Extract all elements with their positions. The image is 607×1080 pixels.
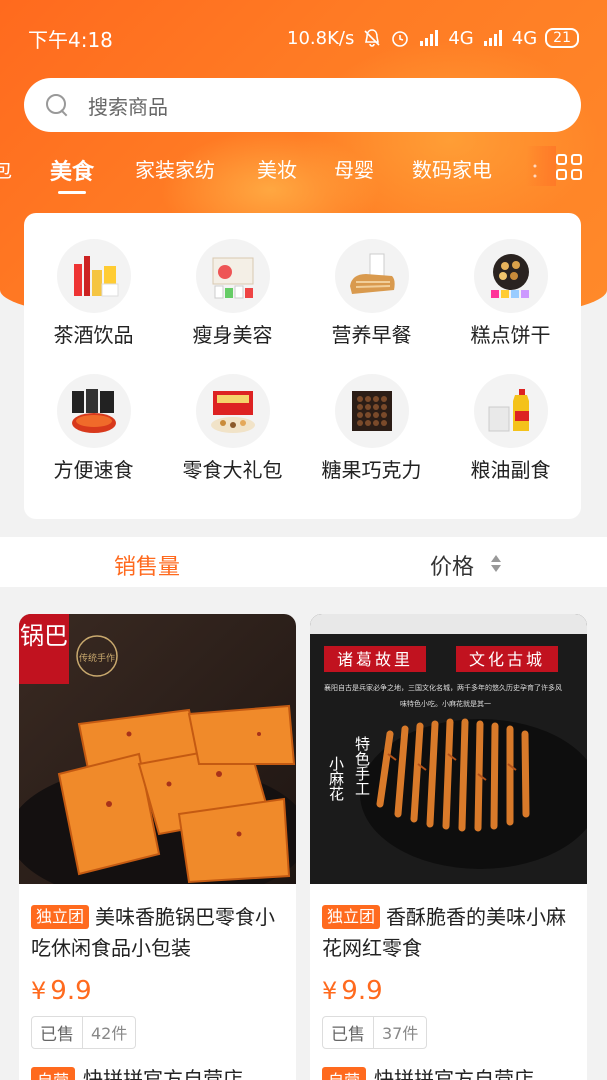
product-title-row: 独立团 美味香脆锅巴零食小吃休闲食品小包装 xyxy=(19,884,296,964)
signal-icon xyxy=(483,30,502,46)
sold-label: 已售 xyxy=(40,1025,74,1045)
price-value: 9.9 xyxy=(50,976,92,1006)
price-value: 9.9 xyxy=(341,976,383,1006)
tea-wine-icon xyxy=(56,239,131,313)
search-bar[interactable]: 搜索商品 xyxy=(24,78,581,132)
product-price: ¥9.9 xyxy=(310,964,587,1006)
product-card[interactable]: 锅巴 传统手作 独立团 美味香脆锅巴零食小吃休闲食品小包装 ¥9.9 已售 42件… xyxy=(19,614,296,1080)
bread-icon xyxy=(334,239,409,313)
image-banner-text: 锅巴 xyxy=(20,622,68,650)
status-indicators: 10.8K/s 4G 4G 21 xyxy=(287,28,579,49)
shop-row: 自营快拼拼官方自营店 xyxy=(19,1049,296,1080)
shop-name: 快拼拼官方自营店 xyxy=(83,1067,244,1080)
alarm-icon xyxy=(392,31,409,47)
category-item[interactable]: 茶酒饮品 xyxy=(24,239,163,348)
sort-by-sales[interactable]: 销售量 xyxy=(114,549,180,581)
category-label: 零食大礼包 xyxy=(182,458,283,482)
product-title-row: 独立团 香酥脆香的美味小麻花网红零食 xyxy=(310,884,587,964)
tab-mother-baby[interactable]: 母婴 xyxy=(334,154,374,183)
self-operated-tag: 自营 xyxy=(322,1067,367,1080)
image-right-title: 文化古城 xyxy=(469,650,545,669)
signal-icon xyxy=(420,30,439,46)
mute-bell-icon xyxy=(364,29,380,47)
category-label: 方便速食 xyxy=(53,458,134,482)
tab-partial[interactable]: 包 xyxy=(0,154,12,183)
category-label: 糖果巧克力 xyxy=(321,458,422,482)
instant-noodles-icon xyxy=(56,374,131,448)
sold-label: 已售 xyxy=(331,1025,365,1045)
category-item[interactable]: 糖果巧克力 xyxy=(302,374,441,483)
sort-by-price[interactable]: 价格 xyxy=(430,549,474,581)
category-item[interactable]: 方便速食 xyxy=(24,374,163,483)
network-type: 4G xyxy=(448,27,474,49)
search-icon xyxy=(44,92,70,118)
tab-digital[interactable]: 数码家电 xyxy=(412,154,492,183)
category-label: 茶酒饮品 xyxy=(53,323,134,347)
image-desc-line1: 襄阳自古是兵家必争之地，三国文化名城，两千多年的悠久历史孕育了许多风 xyxy=(324,683,562,692)
category-item[interactable]: 瘦身美容 xyxy=(163,239,302,348)
product-image: 诸葛故里 文化古城 襄阳自古是兵家必争之地，三国文化名城，两千多年的悠久历史孕育… xyxy=(310,614,587,884)
group-buy-tag: 独立团 xyxy=(322,905,381,929)
tab-fade xyxy=(526,146,556,186)
network-type: 4G xyxy=(511,27,538,49)
category-label: 糕点饼干 xyxy=(470,323,551,347)
sold-badge: 已售 37件 xyxy=(322,1016,428,1049)
self-operated-tag: 自营 xyxy=(31,1067,76,1080)
category-label: 瘦身美容 xyxy=(192,323,273,347)
sold-count: 42件 xyxy=(82,1017,135,1048)
category-label: 粮油副食 xyxy=(470,458,551,482)
tab-beauty[interactable]: 美妆 xyxy=(257,154,297,183)
image-left-title: 诸葛故里 xyxy=(337,650,413,669)
search-placeholder: 搜索商品 xyxy=(88,94,168,119)
product-price: ¥9.9 xyxy=(19,964,296,1006)
shop-name: 快拼拼官方自营店 xyxy=(374,1067,535,1080)
group-buy-tag: 独立团 xyxy=(31,905,90,929)
sort-bar: 销售量 价格 xyxy=(0,537,607,587)
chocolate-icon xyxy=(334,374,409,448)
category-item[interactable]: 粮油副食 xyxy=(441,374,580,483)
status-time: 下午4:18 xyxy=(28,27,113,52)
image-desc-line2: 味特色小吃。小麻花就是其一 xyxy=(400,699,491,708)
oil-grain-icon xyxy=(473,374,548,448)
slimming-icon xyxy=(195,239,270,313)
image-vertical-2: 小麻花 xyxy=(327,756,345,802)
battery-icon: 21 xyxy=(545,28,579,48)
cookies-icon xyxy=(473,239,548,313)
currency-symbol: ¥ xyxy=(31,977,47,1005)
category-label: 营养早餐 xyxy=(331,323,412,347)
tab-home-textiles[interactable]: 家装家纺 xyxy=(135,154,215,183)
sort-toggle-icon[interactable] xyxy=(490,553,502,575)
currency-symbol: ¥ xyxy=(322,977,338,1005)
product-image: 锅巴 传统手作 xyxy=(19,614,296,884)
category-grid: 茶酒饮品 瘦身美容 营养早餐 糕点饼干 方便速食 零食大礼包 糖果巧克力 粮油副… xyxy=(24,213,581,519)
sold-count: 37件 xyxy=(373,1017,426,1048)
snack-gift-icon xyxy=(195,374,270,448)
status-bar: 下午4:18 10.8K/s 4G 4G 21 xyxy=(0,0,607,76)
all-categories-icon[interactable] xyxy=(556,154,582,180)
category-tabs: 包 美食 家装家纺 美妆 母婴 数码家电 ： xyxy=(0,140,607,196)
image-vertical-1: 特色手工 xyxy=(353,736,371,796)
product-card[interactable]: 诸葛故里 文化古城 襄阳自古是兵家必争之地，三国文化名城，两千多年的悠久历史孕育… xyxy=(310,614,587,1080)
sold-badge: 已售 42件 xyxy=(31,1016,137,1049)
network-speed: 10.8K/s xyxy=(287,27,355,49)
category-item[interactable]: 糕点饼干 xyxy=(441,239,580,348)
tab-food[interactable]: 美食 xyxy=(50,154,94,194)
category-item[interactable]: 营养早餐 xyxy=(302,239,441,348)
image-side-text: 传统手作 xyxy=(79,652,115,664)
shop-row: 自营快拼拼官方自营店 xyxy=(310,1049,587,1080)
category-item[interactable]: 零食大礼包 xyxy=(163,374,302,483)
